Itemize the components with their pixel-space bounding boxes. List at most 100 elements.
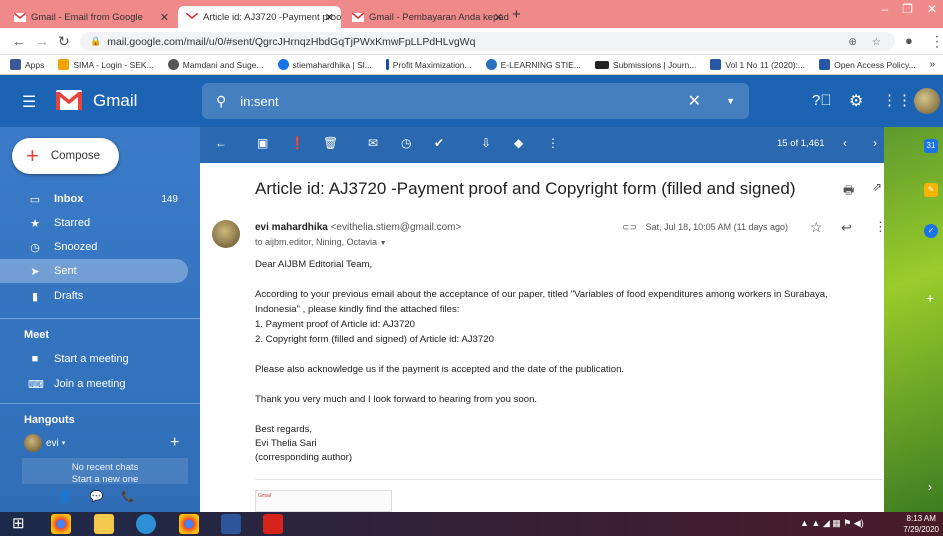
person-icon[interactable]: 👤 [58,490,72,503]
back-icon[interactable]: ← [12,33,26,49]
search-icon[interactable]: ⚲ [216,93,226,110]
sidebar-item-sent[interactable]: ➤ Sent [0,259,188,283]
add-addon-icon[interactable]: + [926,290,934,306]
restore-icon[interactable]: ❐ [902,2,913,16]
bookmark-openaccess[interactable]: Open Access Policy... [819,59,916,70]
close-tab-icon[interactable]: ✕ [494,11,503,24]
send-icon: ➤ [30,265,40,278]
system-tray[interactable]: ▲ ▲ ◢ ▦ ⚑ ◀) [800,518,864,529]
sidebar-item-starred[interactable]: ★ Starred [0,211,188,235]
keep-icon[interactable]: ✎ [924,183,938,197]
chrome-icon[interactable] [51,514,71,534]
account-avatar[interactable] [914,88,940,114]
body-line: Evi Thelia Sari [255,438,317,449]
gear-icon[interactable]: ⚙ [849,91,863,111]
archive-icon[interactable]: ▣ [257,136,268,150]
help-icon[interactable]: ?⃝ [812,92,832,109]
chrome-icon[interactable] [179,514,199,534]
tab-gmail-pembayaran[interactable]: Gmail - Pembayaran Anda kepad ✕ [344,6,510,28]
new-chat-plus-icon[interactable]: + [170,434,179,452]
reload-icon[interactable]: ↻ [58,33,70,50]
older-icon[interactable]: › [873,136,877,150]
more-bookmarks-icon[interactable]: » [929,59,935,70]
windows-start-icon[interactable]: ⊞ [12,514,25,532]
phone-icon[interactable]: 📞 [121,490,135,503]
print-icon[interactable]: 🖶 [843,181,854,202]
start-new-chat-link[interactable]: Start a new one [22,474,188,484]
bookmark-profit[interactable]: Profit Maximization... [385,59,472,70]
word-icon[interactable] [221,514,241,534]
compose-button[interactable]: + Compose [12,138,119,174]
meet-join[interactable]: ⌨ Join a meeting [0,372,188,396]
hangouts-username: evi [46,437,59,449]
snooze-icon[interactable]: ◷ [401,136,411,150]
attachment-thumbnail[interactable]: Gmail [255,490,392,512]
bookmark-star-icon[interactable]: ☆ [872,36,881,48]
lock-icon: 🔒 [90,36,102,46]
sender-email: <evithelia.stiem@gmail.com> [330,222,462,233]
bookmark-vol1[interactable]: Vol 1 No 11 (2020):... [710,59,805,70]
elearning-icon [485,59,497,70]
delete-icon[interactable]: 🗑 [323,136,338,150]
pager-count: 15 of 1,461 [777,138,825,149]
report-spam-icon[interactable]: ❗ [290,136,305,150]
sender-name[interactable]: evi mahardhika [255,222,328,233]
newer-icon[interactable]: ‹ [843,136,847,150]
move-to-icon[interactable]: ⇩ [481,136,491,150]
bookmark-label: Mamdani and Suge... [182,59,264,70]
bookmarks-bar: Apps SIMA - Login - SEK... Mamdani and S… [0,55,943,75]
sidebar-item-inbox[interactable]: ▭ Inbox 149 [0,187,188,211]
bookmark-apps[interactable]: Apps [10,59,44,70]
star-icon[interactable]: ☆ [810,219,823,236]
search-options-icon[interactable]: ▼ [726,96,735,106]
acrobat-icon[interactable] [263,514,283,534]
url-input[interactable]: 🔒 mail.google.com/mail/u/0/#sent/QgrcJHr… [80,32,895,51]
label-icon[interactable]: ◆ [514,136,523,150]
tab-article-active[interactable]: Article id: AJ3720 -Payment proo ✕ [178,6,341,28]
system-clock[interactable]: 8:13 AM 7/29/2020 [903,513,939,535]
show-side-panel-icon[interactable]: › [928,480,932,494]
tab-gmail-email[interactable]: Gmail - Email from Google ✕ [6,6,176,28]
new-tab-button[interactable]: + [512,6,521,23]
back-to-list-icon[interactable]: ← [215,136,227,150]
more-actions-icon[interactable]: ⋮ [547,136,559,150]
recipients[interactable]: to aijbm.editor, Nining, Octavia ▼ [255,237,387,247]
reply-icon[interactable]: ↩ [841,220,852,236]
clear-search-icon[interactable]: ✕ [688,91,701,111]
sidebar-item-snoozed[interactable]: ◷ Snoozed [0,235,188,259]
main-menu-icon[interactable]: ☰ [22,92,36,112]
bookmark-submissions[interactable]: Submissions | Journ... [594,60,696,70]
bookmark-elearning[interactable]: E-LEARNING STIE... [485,59,581,70]
meet-start[interactable]: ■ Start a meeting [0,347,188,371]
browser-menu-icon[interactable]: ⋮ [930,33,943,50]
close-window-icon[interactable]: ✕ [927,2,937,16]
hangouts-user[interactable]: evi ▾ [24,434,65,452]
bookmark-stiemahardhika[interactable]: stiemahardhika | Sl... [277,59,372,70]
sidebar-item-label: Starred [54,217,91,229]
chat-bubble-icon[interactable]: 💬 [90,490,104,503]
clock-icon: ◷ [30,241,40,254]
body-line: Thank you very much and I look forward t… [255,394,538,405]
close-tab-icon[interactable]: ✕ [325,11,334,24]
forward-icon[interactable]: → [35,33,49,49]
sender-avatar[interactable] [212,220,240,248]
tasks-icon[interactable]: ✓ [924,224,938,238]
profile-icon[interactable]: ● [905,33,913,48]
tab-label: Gmail - Pembayaran Anda kepad [369,11,509,23]
calculator-icon[interactable] [136,514,156,534]
open-new-window-icon[interactable]: ⇗ [872,180,882,194]
mark-unread-icon[interactable]: ✉ [368,136,378,150]
zoom-icon[interactable]: ⊕ [848,36,857,48]
chevron-down-icon[interactable]: ▼ [380,240,387,247]
calendar-icon[interactable]: 31 [924,139,938,153]
sidebar-item-drafts[interactable]: ▮ Drafts [0,284,188,308]
file-explorer-icon[interactable] [94,514,114,534]
minimize-icon[interactable]: – [881,2,888,16]
bookmark-sima[interactable]: SIMA - Login - SEK... [58,59,154,70]
add-to-tasks-icon[interactable]: ✔ [434,136,444,150]
search-input[interactable]: ⚲ in:sent ✕ ▼ [202,83,749,119]
close-tab-icon[interactable]: ✕ [160,11,169,24]
sidebar-item-label: Snoozed [54,241,98,253]
bookmark-mamdani[interactable]: Mamdani and Suge... [167,59,264,70]
gmail-title[interactable]: Gmail [93,91,137,111]
